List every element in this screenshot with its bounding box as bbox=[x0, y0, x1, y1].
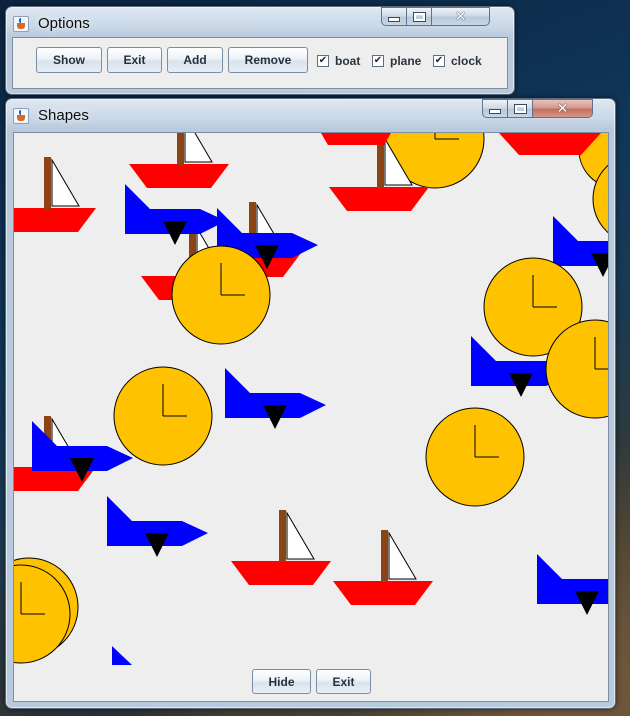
boat-sail bbox=[184, 133, 213, 163]
shapes-caption-buttons: ✕ bbox=[482, 99, 593, 118]
boat-hull bbox=[14, 208, 96, 232]
minimize-button[interactable] bbox=[381, 7, 407, 26]
boat-hull bbox=[231, 561, 331, 585]
boat-hull bbox=[329, 187, 429, 211]
hide-button[interactable]: Hide bbox=[252, 669, 311, 694]
java-cup-icon bbox=[13, 108, 29, 124]
checkmark-icon: ✔ bbox=[317, 55, 329, 67]
boat-mast bbox=[279, 510, 286, 562]
shapes-window: Shapes ✕ Hide Exit bbox=[5, 98, 616, 709]
clock-checkbox[interactable]: ✔ clock bbox=[433, 53, 482, 69]
boat-checkbox-label: boat bbox=[335, 54, 361, 68]
maximize-button[interactable] bbox=[407, 7, 432, 26]
boat-hull bbox=[129, 164, 229, 188]
shapes-canvas-area bbox=[13, 132, 609, 702]
exit-button[interactable]: Exit bbox=[316, 669, 371, 694]
plane-body bbox=[537, 554, 608, 604]
shapes-window-title: Shapes bbox=[38, 107, 89, 124]
exit-button[interactable]: Exit bbox=[107, 47, 162, 73]
plane-body bbox=[112, 646, 132, 665]
show-button[interactable]: Show bbox=[36, 47, 102, 73]
remove-button[interactable]: Remove bbox=[228, 47, 308, 73]
maximize-icon bbox=[412, 11, 426, 22]
boat-checkbox[interactable]: ✔ boat bbox=[317, 53, 360, 69]
options-window: Options ✕ Show Exit Add Remove ✔ boat ✔ … bbox=[5, 6, 515, 95]
options-window-title: Options bbox=[38, 15, 90, 32]
close-button[interactable]: ✕ bbox=[533, 99, 593, 118]
options-caption-buttons: ✕ bbox=[381, 7, 490, 26]
minimize-icon bbox=[388, 17, 400, 22]
checkmark-icon: ✔ bbox=[372, 55, 384, 67]
boat-sail bbox=[286, 511, 315, 560]
java-cup-icon bbox=[13, 16, 29, 32]
boat-sail bbox=[388, 531, 417, 580]
shapes-canvas[interactable] bbox=[14, 133, 608, 701]
boat-mast bbox=[177, 133, 184, 165]
plane-checkbox-label: plane bbox=[390, 54, 422, 68]
maximize-button[interactable] bbox=[508, 99, 533, 118]
checkmark-icon: ✔ bbox=[433, 55, 445, 67]
close-icon: ✕ bbox=[454, 8, 467, 25]
close-button[interactable]: ✕ bbox=[432, 7, 490, 26]
add-button[interactable]: Add bbox=[167, 47, 223, 73]
boat-hull bbox=[321, 133, 391, 145]
minimize-button[interactable] bbox=[482, 99, 508, 118]
minimize-icon bbox=[489, 109, 501, 114]
boat-mast bbox=[44, 157, 51, 209]
boat-sail bbox=[51, 158, 80, 207]
plane-checkbox[interactable]: ✔ plane bbox=[372, 53, 421, 69]
maximize-icon bbox=[513, 103, 527, 114]
close-icon: ✕ bbox=[556, 100, 569, 117]
boat-hull bbox=[333, 581, 433, 605]
boat-mast bbox=[381, 530, 388, 582]
clock-checkbox-label: clock bbox=[451, 54, 482, 68]
